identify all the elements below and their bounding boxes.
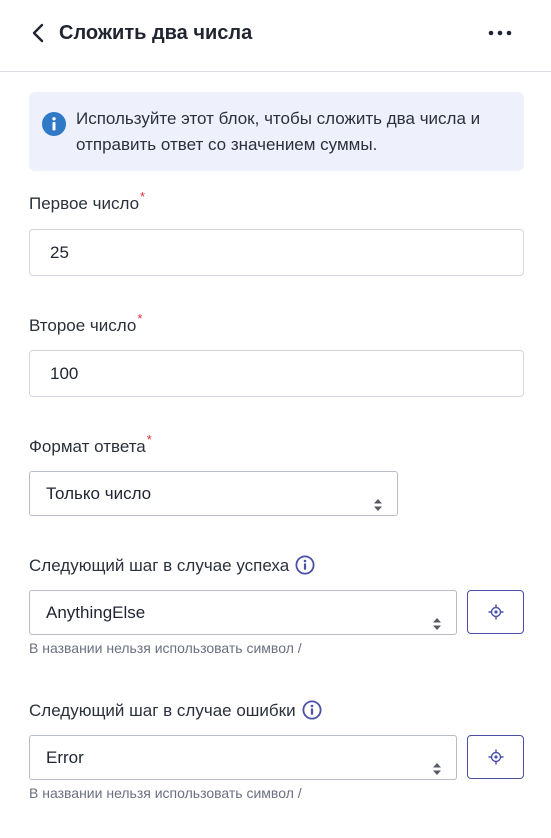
success-step-hint: В названии нельзя использовать символ / <box>29 640 302 656</box>
first-number-input[interactable]: 25 <box>29 229 524 276</box>
first-number-label: Первое число* <box>29 189 145 216</box>
target-icon <box>488 749 504 765</box>
response-format-label: Формат ответа* <box>29 432 152 459</box>
success-target-button[interactable] <box>467 590 524 634</box>
target-icon <box>488 604 504 620</box>
required-mark: * <box>146 432 152 447</box>
help-info-icon[interactable] <box>295 555 315 575</box>
back-arrow-icon[interactable] <box>28 22 50 44</box>
select-arrows-icon <box>432 605 442 630</box>
response-format-value: Только число <box>46 484 152 503</box>
response-format-select[interactable]: Только число <box>29 471 398 516</box>
page-title: Сложить два числа <box>59 22 253 44</box>
error-step-select[interactable]: Error <box>29 735 457 780</box>
required-mark: * <box>140 189 146 204</box>
header-bar: Сложить два числа <box>0 0 551 72</box>
error-step-label-text: Следующий шаг в случае ошибки <box>29 701 296 720</box>
second-number-input[interactable]: 100 <box>29 350 524 397</box>
error-step-hint: В названии нельзя использовать символ / <box>29 785 302 801</box>
error-target-button[interactable] <box>467 735 524 779</box>
info-banner: Используйте этот блок, чтобы сложить два… <box>29 92 524 171</box>
more-dots-icon[interactable] <box>487 22 513 44</box>
help-info-icon[interactable] <box>302 700 322 720</box>
select-arrows-icon <box>432 750 442 775</box>
second-number-label-text: Второе число <box>29 316 137 335</box>
info-icon <box>42 112 66 136</box>
error-step-label: Следующий шаг в случае ошибки <box>29 700 322 722</box>
info-text: Используйте этот блок, чтобы сложить два… <box>76 109 481 154</box>
success-step-label: Следующий шаг в случае успеха <box>29 555 315 577</box>
success-step-select[interactable]: AnythingElse <box>29 590 457 635</box>
select-arrows-icon <box>373 486 383 511</box>
second-number-label: Второе число* <box>29 311 142 338</box>
response-format-label-text: Формат ответа <box>29 437 146 456</box>
success-step-label-text: Следующий шаг в случае успеха <box>29 556 290 575</box>
error-step-value: Error <box>46 748 84 767</box>
success-step-value: AnythingElse <box>46 603 146 622</box>
first-number-label-text: Первое число <box>29 194 140 213</box>
required-mark: * <box>137 311 143 326</box>
